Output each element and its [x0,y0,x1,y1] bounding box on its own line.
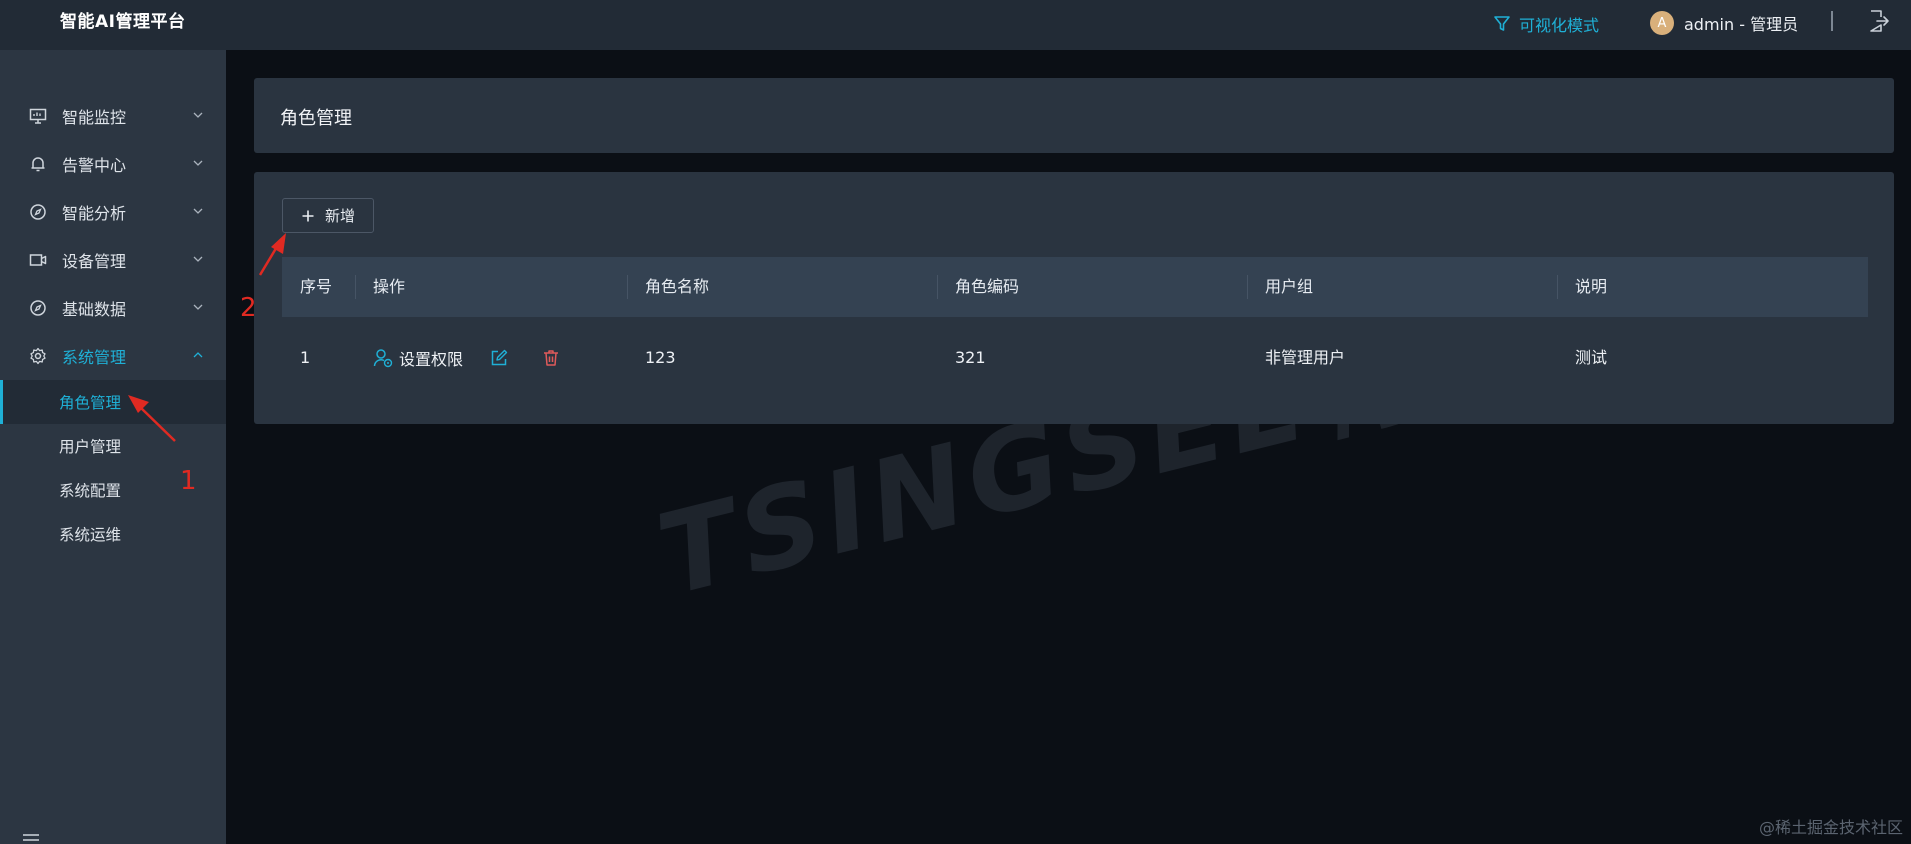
compass-icon [28,202,48,222]
source-credit: @稀土掘金技术社区 [1758,818,1903,837]
sidebar-subitem-label: 系统配置 [59,482,122,500]
sidebar-item-label: 基础数据 [62,300,127,319]
role-list-panel: 新增 序号 操作 角色名称 角色编码 用户组 说明 1 设置权限 123 321… [254,172,1894,424]
avatar: A [1650,11,1674,35]
column-header-role-code: 角色编码 [937,257,1247,317]
annotation-number-2: 2 [240,293,257,323]
sidebar-item-label: 告警中心 [62,156,127,175]
logout-icon[interactable] [1868,9,1890,33]
sidebar-item-monitoring[interactable]: 智能监控 [0,92,226,140]
filter-icon [1494,16,1510,31]
cell-user-group: 非管理用户 [1265,348,1346,367]
sidebar-subitem-role-management[interactable]: 角色管理 [0,380,226,424]
sidebar-item-label: 设备管理 [62,252,127,271]
table-header: 序号 操作 角色名称 角色编码 用户组 说明 [282,257,1868,317]
sidebar-item-analysis[interactable]: 智能分析 [0,188,226,236]
chevron-down-icon [193,256,203,262]
sidebar-item-devices[interactable]: 设备管理 [0,236,226,284]
sidebar-subitem-label: 角色管理 [59,394,122,412]
column-header-description: 说明 [1557,257,1868,317]
user-permission-icon [373,349,393,368]
sidebar-item-label: 智能分析 [62,204,127,223]
page-title-panel: 角色管理 [254,78,1894,153]
sidebar-item-system[interactable]: 系统管理 [0,332,226,380]
column-header-actions: 操作 [355,257,627,317]
delete-icon[interactable] [541,348,561,368]
sidebar-subitem-label: 系统运维 [59,526,122,544]
chevron-down-icon [193,160,203,166]
visual-mode-link[interactable]: 可视化模式 [1493,12,1599,36]
sidebar-item-basic-data[interactable]: 基础数据 [0,284,226,332]
column-header-user-group: 用户组 [1247,257,1557,317]
top-header: 智能AI管理平台 可视化模式 A admin - 管理员 [0,0,1911,50]
chevron-up-icon [193,352,203,358]
menu-collapse-icon[interactable] [20,833,42,844]
camera-icon [28,250,48,270]
sidebar-subitem-system-ops[interactable]: 系统运维 [0,512,226,556]
column-header-index: 序号 [300,277,333,296]
compass-icon [28,298,48,318]
cell-role-name: 123 [645,348,676,367]
set-permission-label: 设置权限 [399,350,464,369]
annotation-number-1: 1 [180,466,197,496]
user-menu[interactable]: A admin - 管理员 [1650,10,1798,36]
brand-title: 智能AI管理平台 [60,12,186,32]
bell-icon [28,154,48,174]
set-permission-button[interactable]: 设置权限 [373,346,463,370]
plus-icon [302,210,314,221]
sidebar-item-label: 系统管理 [62,348,127,367]
add-button-label: 新增 [324,207,355,225]
add-button[interactable]: 新增 [282,198,374,233]
sidebar-item-alerts[interactable]: 告警中心 [0,140,226,188]
chevron-down-icon [193,208,203,214]
cell-description: 测试 [1575,348,1608,367]
column-header-role-name: 角色名称 [627,257,937,317]
table-row: 1 设置权限 123 321 非管理用户 测试 [282,317,1868,399]
sidebar-subitem-user-management[interactable]: 用户管理 [0,424,226,468]
page-title: 角色管理 [280,108,352,129]
monitor-icon [28,106,48,126]
chevron-down-icon [193,304,203,310]
user-name: admin - 管理员 [1684,15,1799,34]
header-divider [1831,11,1833,31]
visual-mode-label: 可视化模式 [1519,16,1600,35]
sidebar: 智能监控 告警中心 智能分析 设备管理 基础数据 系统管理 角色管理 用户管理 … [0,50,226,844]
sidebar-item-label: 智能监控 [62,108,127,127]
cell-index: 1 [300,348,311,367]
cell-actions: 设置权限 [373,317,561,399]
sidebar-subitem-label: 用户管理 [59,438,122,456]
edit-icon[interactable] [489,348,509,368]
cell-role-code: 321 [955,348,986,367]
chevron-down-icon [193,112,203,118]
role-table: 序号 操作 角色名称 角色编码 用户组 说明 1 设置权限 123 321 非管… [282,257,1868,399]
gear-icon [28,346,48,366]
